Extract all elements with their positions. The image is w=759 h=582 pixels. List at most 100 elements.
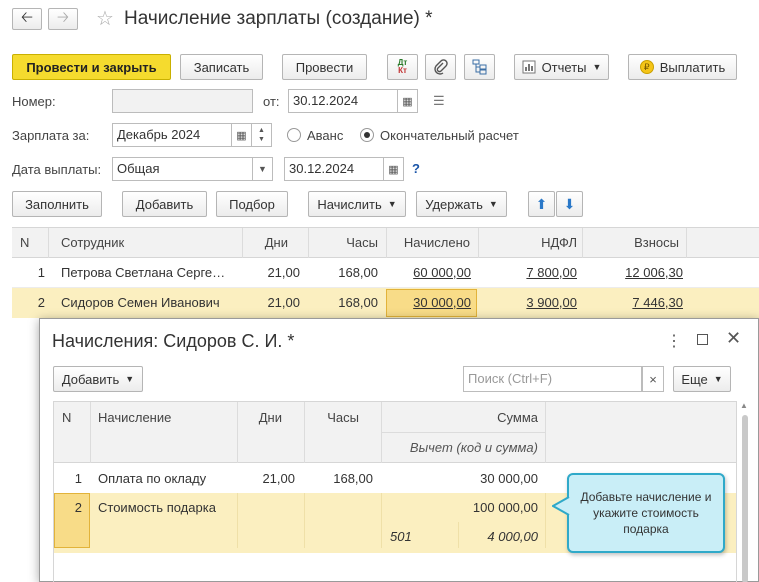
search-clear-button[interactable]: × <box>642 366 664 392</box>
employee-name: Сидоров Семен Иванович <box>61 295 220 310</box>
accrual-name: Оплата по окладу <box>98 471 207 486</box>
structure-icon <box>472 59 486 75</box>
col-n[interactable]: N <box>20 235 29 250</box>
accrue-label: Начислить <box>317 196 382 212</box>
reports-button[interactable]: Отчеты ▼ <box>514 54 609 80</box>
advance-radio[interactable] <box>287 128 301 142</box>
accrued-link[interactable]: 60 000,00 <box>386 265 471 280</box>
col-sum[interactable]: Сумма <box>381 410 538 425</box>
comment-icon[interactable]: ☰ <box>433 93 445 109</box>
pay-date-calendar-button[interactable]: ▦ <box>384 157 404 181</box>
col-accrual[interactable]: Начисление <box>98 410 171 425</box>
attach-button[interactable] <box>425 54 456 80</box>
dt-kt-button[interactable]: Дт Кт <box>387 54 418 80</box>
col-divider <box>304 493 305 548</box>
days-value: 21,00 <box>267 295 300 310</box>
pay-date-field[interactable]: 30.12.2024 <box>284 157 384 181</box>
add-button[interactable]: Добавить <box>122 191 207 217</box>
scroll-up-icon[interactable]: ▲ <box>740 401 748 410</box>
contrib-link[interactable]: 12 006,30 <box>582 265 683 280</box>
number-label: Номер: <box>12 94 56 109</box>
save-button[interactable]: Записать <box>180 54 263 80</box>
search-input[interactable]: Поиск (Ctrl+F) <box>463 366 642 392</box>
back-button[interactable]: 🡠 <box>12 8 42 30</box>
favorite-star-icon[interactable]: ☆ <box>96 6 114 31</box>
employee-name: Петрова Светлана Серге… <box>61 265 226 280</box>
calendar-icon: ▦ <box>402 95 413 108</box>
chevron-down-icon: ▼ <box>488 199 498 209</box>
accrue-button[interactable]: Начислить ▼ <box>308 191 406 217</box>
col-n[interactable]: N <box>62 410 71 425</box>
col-divider <box>545 402 546 463</box>
scrollbar[interactable]: ▲ <box>740 401 750 582</box>
col-deduction[interactable]: Вычет (код и сумма) <box>381 440 538 455</box>
structure-button[interactable] <box>464 54 495 80</box>
ndfl-link[interactable]: 7 800,00 <box>478 265 577 280</box>
col-divider <box>237 493 238 548</box>
calendar-button[interactable]: ▦ <box>398 89 418 113</box>
chevron-down-icon: ▼ <box>713 374 723 384</box>
dt-kt-icon: Дт Кт <box>397 58 408 75</box>
ndfl-link[interactable]: 3 900,00 <box>478 295 577 310</box>
chevron-down-icon: ▼ <box>125 374 135 384</box>
table-row-selected[interactable]: 2 Сидоров Семен Иванович 21,00 168,00 30… <box>12 288 759 318</box>
close-icon[interactable]: ✕ <box>726 328 741 349</box>
month-stepper[interactable]: ▲ ▼ <box>252 123 272 147</box>
from-label: от: <box>263 94 280 109</box>
month-calendar-button[interactable]: ▦ <box>232 123 252 147</box>
help-link[interactable]: ? <box>412 161 420 176</box>
scrollbar-thumb[interactable] <box>742 415 748 582</box>
select-button[interactable]: Подбор <box>216 191 288 217</box>
salary-for-label: Зарплата за: <box>12 128 90 143</box>
report-icon <box>522 60 536 74</box>
deduction-sum: 4 000,00 <box>487 529 538 544</box>
arrow-right-icon: 🡢 <box>56 8 70 26</box>
col-divider <box>90 402 91 463</box>
chevron-down-icon: ▼ <box>258 164 267 174</box>
row-number: 2 <box>37 295 45 310</box>
col-days[interactable]: Дни <box>242 235 288 250</box>
maximize-icon[interactable] <box>697 334 708 345</box>
table-row[interactable]: 1 Петрова Светлана Серге… 21,00 168,00 6… <box>12 258 759 288</box>
advance-label: Аванс <box>307 128 344 143</box>
col-employee[interactable]: Сотрудник <box>61 235 124 250</box>
hours-value: 168,00 <box>338 295 378 310</box>
withhold-button[interactable]: Удержать ▼ <box>416 191 507 217</box>
coin-icon: ₽ <box>639 60 654 74</box>
more-button[interactable]: Еще ▼ <box>673 366 731 392</box>
contrib-link[interactable]: 7 446,30 <box>582 295 683 310</box>
fill-button[interactable]: Заполнить <box>12 191 102 217</box>
dialog-title: Начисления: Сидоров С. И. * <box>52 331 295 351</box>
pay-button[interactable]: ₽ Выплатить <box>628 54 737 80</box>
main-table: N Сотрудник Дни Часы Начислено НДФЛ Взно… <box>12 227 759 320</box>
pay-date-type-select[interactable]: Общая <box>112 157 253 181</box>
dialog-add-button[interactable]: Добавить ▼ <box>53 366 143 392</box>
col-days[interactable]: Дни <box>237 410 282 425</box>
row-number: 1 <box>74 471 82 486</box>
col-contrib[interactable]: Взносы <box>582 235 679 250</box>
number-field[interactable] <box>112 89 253 113</box>
reports-label: Отчеты <box>541 59 587 75</box>
salary-month-field[interactable]: Декабрь 2024 <box>112 123 232 147</box>
col-ndfl[interactable]: НДФЛ <box>478 235 577 250</box>
pay-date-label: Дата выплаты: <box>12 162 102 177</box>
chevron-down-icon: ▼ <box>387 199 397 209</box>
calendar-icon: ▦ <box>236 129 247 142</box>
col-hours[interactable]: Часы <box>308 235 378 250</box>
forward-button[interactable]: 🡢 <box>48 8 78 30</box>
post-button[interactable]: Провести <box>282 54 367 80</box>
arrow-down-icon: ⬇ <box>563 195 576 212</box>
col-accrued[interactable]: Начислено <box>386 235 470 250</box>
deduction-code: 501 <box>390 529 412 544</box>
move-up-button[interactable]: ⬆ <box>528 191 555 217</box>
move-down-button[interactable]: ⬇ <box>556 191 583 217</box>
col-hours[interactable]: Часы <box>304 410 359 425</box>
post-and-close-button[interactable]: Провести и закрыть <box>12 54 171 80</box>
more-vert-icon[interactable]: ⋮ <box>666 331 682 351</box>
pay-date-type-dropdown[interactable]: ▼ <box>253 157 273 181</box>
accrued-link[interactable]: 30 000,00 <box>386 295 471 310</box>
date-field[interactable]: 30.12.2024 <box>288 89 398 113</box>
dialog-add-label: Добавить <box>61 371 120 387</box>
final-calc-radio[interactable] <box>360 128 374 142</box>
page-title: Начисление зарплаты (создание) * <box>124 8 433 29</box>
